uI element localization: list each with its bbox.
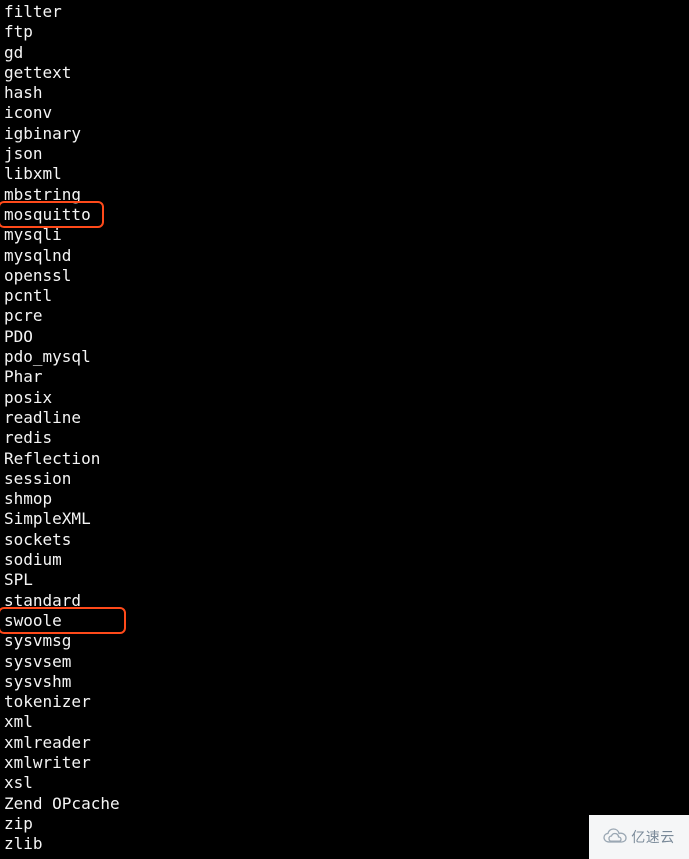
terminal-line: standard bbox=[4, 591, 685, 611]
terminal-line: mysqlnd bbox=[4, 246, 685, 266]
terminal-line: xml bbox=[4, 712, 685, 732]
terminal-line: hash bbox=[4, 83, 685, 103]
terminal-line: posix bbox=[4, 388, 685, 408]
terminal-line: shmop bbox=[4, 489, 685, 509]
terminal-line: session bbox=[4, 469, 685, 489]
terminal-line: libxml bbox=[4, 164, 685, 184]
terminal-line: mosquitto bbox=[4, 205, 685, 225]
terminal-line: sysvmsg bbox=[4, 631, 685, 651]
terminal-line: xsl bbox=[4, 773, 685, 793]
terminal-line: pcntl bbox=[4, 286, 685, 306]
terminal-line: filter bbox=[4, 2, 685, 22]
terminal-line: gd bbox=[4, 43, 685, 63]
terminal-line: igbinary bbox=[4, 124, 685, 144]
terminal-line: iconv bbox=[4, 103, 685, 123]
terminal-line: sysvshm bbox=[4, 672, 685, 692]
terminal-line: xmlwriter bbox=[4, 753, 685, 773]
terminal-line: openssl bbox=[4, 266, 685, 286]
terminal-line: Phar bbox=[4, 367, 685, 387]
terminal-line: SimpleXML bbox=[4, 509, 685, 529]
terminal-line: xmlreader bbox=[4, 733, 685, 753]
terminal-line: json bbox=[4, 144, 685, 164]
terminal-line: tokenizer bbox=[4, 692, 685, 712]
terminal-window: filterftpgdgettexthashiconvigbinaryjsonl… bbox=[0, 0, 689, 859]
terminal-line: SPL bbox=[4, 570, 685, 590]
terminal-line: Reflection bbox=[4, 449, 685, 469]
cloud-icon bbox=[603, 828, 627, 846]
terminal-line: pcre bbox=[4, 306, 685, 326]
watermark-text: 亿速云 bbox=[631, 827, 675, 847]
terminal-line: mysqli bbox=[4, 225, 685, 245]
terminal-line: Zend OPcache bbox=[4, 794, 685, 814]
watermark-badge: 亿速云 bbox=[589, 815, 689, 859]
terminal-line: PDO bbox=[4, 327, 685, 347]
terminal-line: zip bbox=[4, 814, 685, 834]
terminal-line: mbstring bbox=[4, 185, 685, 205]
terminal-line: readline bbox=[4, 408, 685, 428]
terminal-line: gettext bbox=[4, 63, 685, 83]
terminal-line: pdo_mysql bbox=[4, 347, 685, 367]
terminal-output: filterftpgdgettexthashiconvigbinaryjsonl… bbox=[4, 2, 685, 854]
terminal-line: sysvsem bbox=[4, 652, 685, 672]
terminal-line: sodium bbox=[4, 550, 685, 570]
terminal-line: ftp bbox=[4, 22, 685, 42]
terminal-line: zlib bbox=[4, 834, 685, 854]
terminal-line: redis bbox=[4, 428, 685, 448]
terminal-line: swoole bbox=[4, 611, 685, 631]
terminal-line: sockets bbox=[4, 530, 685, 550]
